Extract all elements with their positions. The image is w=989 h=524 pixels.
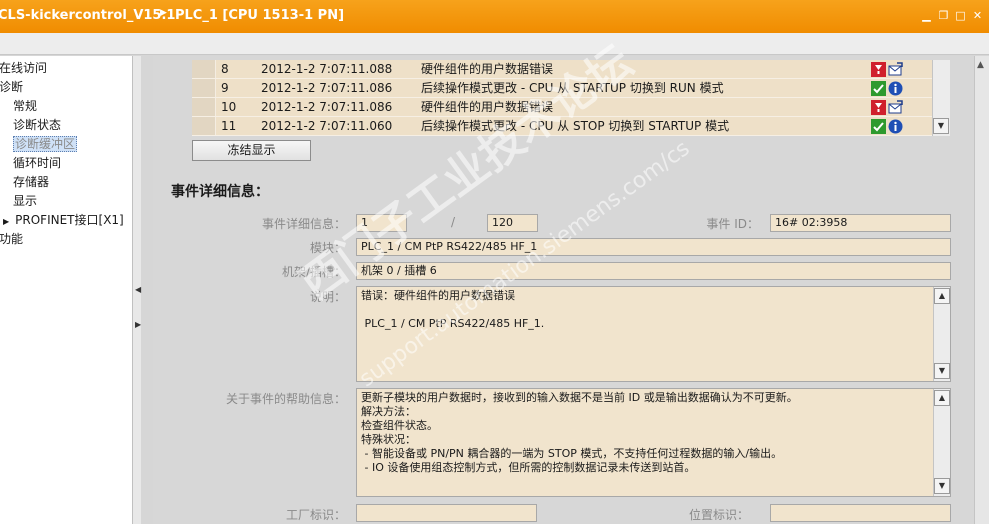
description-textarea[interactable]: 错误：硬件组件的用户数据错误 PLC_1 / CM PtP RS422/485 … [356,286,951,382]
module-label: 模块： [309,241,346,255]
error-status-icon [871,100,886,115]
scroll-down-icon[interactable]: ▼ [934,478,950,494]
toolbar-strip [0,33,989,55]
rack-slot-field[interactable]: 机架 0 / 插槽 6 [356,262,951,280]
main-scrollbar[interactable]: ▲ [974,56,989,524]
sidebar-item-diagnostic-buffer[interactable]: 诊断缓冲区 [13,135,78,153]
help-textarea[interactable]: 更新子模块的用户数据时，接收到的输入数据不是当前 ID 或是输出数据确认为不可更… [356,388,951,497]
ok-check-icon [871,81,886,96]
incoming-event-icon [888,100,903,114]
title-bar: CLS-kickercontrol_V15.1 ▶ PLC_1 [CPU 151… [0,0,989,33]
sidebar-item-general[interactable]: 常规 [13,97,37,115]
table-row[interactable]: 10 2012-1-2 7:07:11.086 硬件组件的用户数据错误 [192,98,932,117]
error-status-icon [871,62,886,77]
plant-id-field[interactable] [356,504,537,522]
scroll-up-icon[interactable]: ▲ [934,390,950,406]
sidebar-item-memory[interactable]: 存储器 [13,173,49,191]
event-detail-label: 事件详细信息： [261,217,346,231]
freeze-display-button[interactable]: 冻结显示 [192,140,311,161]
event-total-field[interactable]: 120 [487,214,538,232]
event-details-heading: 事件详细信息： [171,184,269,200]
description-scrollbar[interactable]: ▲ ▼ [933,287,950,381]
location-id-field[interactable] [770,504,951,522]
event-separator: / [451,215,456,229]
table-scrollbar[interactable]: ▼ [932,60,950,136]
sidebar-item-functions[interactable]: 功能 [0,230,23,248]
incoming-event-icon [888,62,903,76]
plant-id-label: 工厂标识： [285,508,346,522]
sidebar-item-diagnostic-status[interactable]: 诊断状态 [13,116,61,134]
scroll-up-icon[interactable]: ▲ [977,60,984,70]
diagnostic-buffer-table: 8 2012-1-2 7:07:11.088 硬件组件的用户数据错误 9 201… [192,60,950,136]
minimize-icon[interactable]: ▁ [921,10,932,21]
info-icon [888,81,903,96]
event-index-field[interactable]: 1 [356,214,407,232]
sidebar-nav: 在线访问 诊断 常规 诊断状态 诊断缓冲区 循环时间 存储器 显示 ▶ PROFI… [0,56,141,524]
help-label: 关于事件的帮助信息： [225,392,346,406]
breadcrumb-device[interactable]: PLC_1 [CPU 1513-1 PN] [175,8,344,23]
scroll-down-icon[interactable]: ▼ [933,118,949,134]
restore-icon[interactable]: ❐ [938,10,949,21]
sidebar-item-cycle-time[interactable]: 循环时间 [13,154,61,172]
module-field[interactable]: PLC_1 / CM PtP RS422/485 HF_1 [356,238,951,256]
expand-right-icon[interactable]: ▶ [135,320,141,329]
table-row[interactable]: 8 2012-1-2 7:07:11.088 硬件组件的用户数据错误 [192,60,932,79]
help-scrollbar[interactable]: ▲ ▼ [933,389,950,496]
breadcrumb-separator-icon: ▶ [160,8,167,18]
expand-arrow-icon[interactable]: ▶ [3,217,9,226]
sidebar-item-online-access[interactable]: 在线访问 [0,59,47,77]
window-controls: ▁ ❐ □ ✕ [921,10,983,21]
breadcrumb-project[interactable]: CLS-kickercontrol_V15.1 [0,8,175,23]
maximize-icon[interactable]: □ [955,10,966,21]
collapse-left-icon[interactable]: ◀ [135,285,141,294]
table-row[interactable]: 11 2012-1-2 7:07:11.060 后续操作模式更改 - CPU 从… [192,117,932,136]
rack-slot-label: 机架/插槽： [281,265,346,279]
sidebar-item-diagnostics[interactable]: 诊断 [0,78,23,96]
location-id-label: 位置标识： [688,508,749,522]
scroll-down-icon[interactable]: ▼ [934,363,950,379]
event-id-field[interactable]: 16# 02:3958 [770,214,951,232]
close-icon[interactable]: ✕ [972,10,983,21]
table-row[interactable]: 9 2012-1-2 7:07:11.086 后续操作模式更改 - CPU 从 … [192,79,932,98]
event-id-label: 事件 ID： [706,217,759,231]
description-label: 说明： [309,290,346,304]
ok-check-icon [871,119,886,134]
info-icon [888,119,903,134]
sidebar-item-display[interactable]: 显示 [13,192,37,210]
scroll-up-icon[interactable]: ▲ [934,288,950,304]
sidebar-item-profinet-interface[interactable]: ▶ PROFINET接口[X1] [3,211,124,229]
panel-splitter[interactable]: ◀ ▶ [132,56,141,524]
